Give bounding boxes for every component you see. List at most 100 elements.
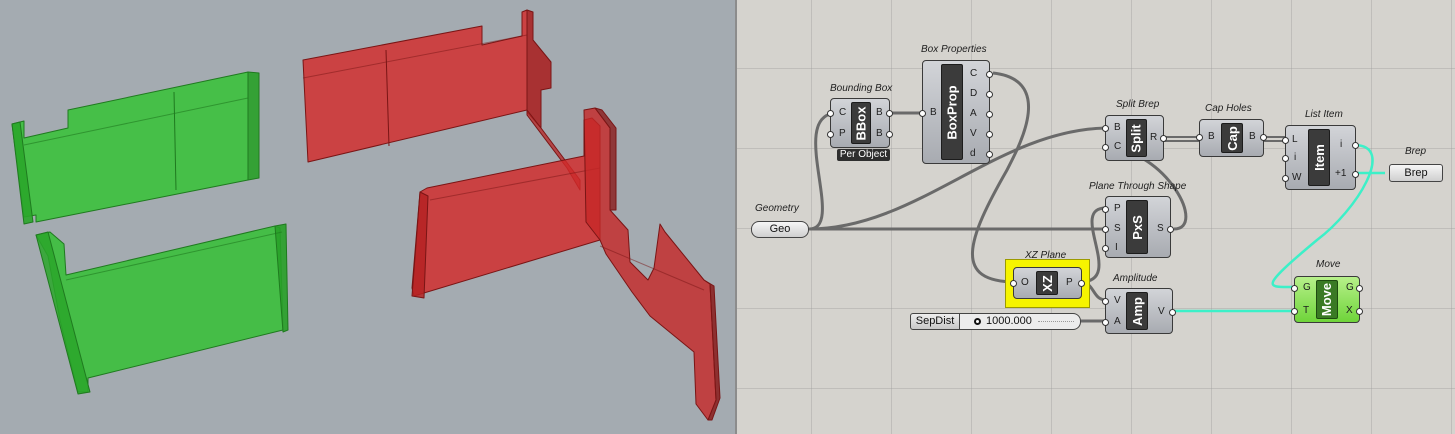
brep-param[interactable]: Brep bbox=[1389, 164, 1443, 182]
split-input-b: B bbox=[1114, 122, 1121, 133]
xz-input-o: O bbox=[1021, 277, 1029, 288]
boxprop-input-b-grip[interactable] bbox=[919, 110, 926, 117]
boxprop-component[interactable]: B BoxProp C D A V d bbox=[919, 60, 993, 164]
bbox-output-b2: B bbox=[876, 128, 883, 139]
red-upper-wall bbox=[302, 9, 581, 191]
amp-component[interactable]: V A Amp V bbox=[1102, 288, 1176, 334]
bbox-input-c-grip[interactable] bbox=[827, 110, 834, 117]
list-input-w-grip[interactable] bbox=[1282, 175, 1289, 182]
boxprop-title: Box Properties bbox=[921, 44, 987, 55]
bbox-nickname: BBox bbox=[851, 102, 871, 144]
pxs-title: Plane Through Shape bbox=[1089, 181, 1187, 192]
bbox-output-b1-grip[interactable] bbox=[886, 110, 893, 117]
cap-nickname: Cap bbox=[1221, 123, 1243, 153]
list-input-l-grip[interactable] bbox=[1282, 137, 1289, 144]
move-input-g-grip[interactable] bbox=[1291, 285, 1298, 292]
move-component[interactable]: G T Move G X bbox=[1291, 276, 1363, 323]
brep-title: Brep bbox=[1405, 146, 1427, 157]
boxprop-output-c-grip[interactable] bbox=[986, 71, 993, 78]
boxprop-output-d2-grip[interactable] bbox=[986, 151, 993, 158]
move-input-t: T bbox=[1303, 305, 1310, 316]
list-input-w: W bbox=[1292, 172, 1302, 183]
cap-input-b-grip[interactable] bbox=[1196, 134, 1203, 141]
move-input-t-grip[interactable] bbox=[1291, 308, 1298, 315]
boxprop-output-a-grip[interactable] bbox=[986, 111, 993, 118]
split-title: Split Brep bbox=[1116, 99, 1160, 110]
boxprop-output-d-grip[interactable] bbox=[986, 91, 993, 98]
move-output-g-grip[interactable] bbox=[1356, 285, 1363, 292]
red-lower-wall bbox=[411, 107, 721, 421]
split-nickname: Split bbox=[1126, 119, 1147, 157]
xz-output-p: P bbox=[1066, 277, 1073, 288]
amp-input-a-grip[interactable] bbox=[1102, 319, 1109, 326]
list-nickname: Item bbox=[1308, 129, 1330, 186]
cap-input-b: B bbox=[1208, 131, 1215, 142]
pxs-component[interactable]: P S I PxS S bbox=[1102, 196, 1174, 258]
amp-title: Amplitude bbox=[1113, 273, 1158, 284]
slider-knob[interactable] bbox=[974, 318, 981, 325]
sepdist-slider[interactable]: 1000.000 bbox=[959, 313, 1081, 330]
pxs-input-i-grip[interactable] bbox=[1102, 245, 1109, 252]
xz-output-p-grip[interactable] bbox=[1078, 280, 1085, 287]
bbox-output-b2-grip[interactable] bbox=[886, 131, 893, 138]
bbox-component[interactable]: C P BBox B B bbox=[827, 98, 893, 148]
move-output-x-grip[interactable] bbox=[1356, 308, 1363, 315]
list-input-i: i bbox=[1294, 152, 1297, 163]
list-input-i-grip[interactable] bbox=[1282, 155, 1289, 162]
amp-input-a: A bbox=[1114, 316, 1121, 327]
cap-component[interactable]: B Cap B bbox=[1196, 119, 1267, 157]
pxs-output-s-grip[interactable] bbox=[1167, 226, 1174, 233]
amp-output-v-grip[interactable] bbox=[1169, 309, 1176, 316]
sepdist-slider-value: 1000.000 bbox=[986, 315, 1032, 327]
rhino-viewport[interactable] bbox=[0, 0, 735, 434]
wire-layer bbox=[808, 71, 1385, 323]
split-input-b-grip[interactable] bbox=[1102, 125, 1109, 132]
xz-input-o-grip[interactable] bbox=[1010, 280, 1017, 287]
list-output-i: i bbox=[1340, 139, 1343, 150]
sepdist-slider-label[interactable]: SepDist bbox=[910, 313, 960, 330]
pxs-input-p-grip[interactable] bbox=[1102, 206, 1109, 213]
list-component[interactable]: L i W Item i +1 bbox=[1282, 125, 1359, 190]
split-output-r-grip[interactable] bbox=[1160, 135, 1167, 142]
split-component[interactable]: B C Split R bbox=[1102, 115, 1167, 161]
boxprop-output-v: V bbox=[970, 128, 977, 139]
list-output-i-grip[interactable] bbox=[1352, 142, 1359, 149]
move-nickname: Move bbox=[1316, 280, 1338, 319]
viewport-geometry bbox=[11, 9, 721, 421]
per-object-tag: Per Object bbox=[837, 149, 890, 161]
list-output-plus1-grip[interactable] bbox=[1352, 171, 1359, 178]
boxprop-nickname: BoxProp bbox=[941, 64, 963, 160]
move-output-g: G bbox=[1346, 282, 1354, 293]
cap-output-b-grip[interactable] bbox=[1260, 134, 1267, 141]
list-output-plus1: +1 bbox=[1335, 168, 1347, 179]
amp-output-v: V bbox=[1158, 306, 1165, 317]
amp-nickname: Amp bbox=[1126, 292, 1148, 330]
pxs-input-s: S bbox=[1114, 223, 1121, 234]
move-output-x: X bbox=[1346, 305, 1353, 316]
grasshopper-canvas[interactable]: Geometry Geo Bounding Box C P BBox B B P… bbox=[737, 0, 1455, 434]
pxs-output-s: S bbox=[1157, 223, 1164, 234]
amp-input-v-grip[interactable] bbox=[1102, 298, 1109, 305]
bbox-output-b1: B bbox=[876, 107, 883, 118]
bbox-title: Bounding Box bbox=[830, 83, 893, 94]
boxprop-output-v-grip[interactable] bbox=[986, 131, 993, 138]
green-upper-wall bbox=[11, 71, 260, 225]
xz-component[interactable]: O XZ P bbox=[1010, 267, 1085, 299]
boxprop-output-d2: d bbox=[970, 148, 976, 159]
geometry-param[interactable]: Geo bbox=[751, 221, 809, 238]
boxprop-output-d: D bbox=[970, 88, 978, 99]
xz-nickname: XZ bbox=[1036, 271, 1058, 295]
move-title: Move bbox=[1316, 259, 1341, 270]
pxs-nickname: PxS bbox=[1126, 200, 1148, 254]
list-title: List Item bbox=[1305, 109, 1343, 120]
pxs-input-s-grip[interactable] bbox=[1102, 226, 1109, 233]
amp-input-v: V bbox=[1114, 295, 1121, 306]
cap-title: Cap Holes bbox=[1205, 103, 1252, 114]
slider-ticks bbox=[1038, 321, 1074, 325]
boxprop-input-b: B bbox=[930, 107, 937, 118]
geometry-title: Geometry bbox=[755, 203, 799, 214]
cap-output-b: B bbox=[1249, 131, 1256, 142]
bbox-input-p-grip[interactable] bbox=[827, 131, 834, 138]
split-input-c-grip[interactable] bbox=[1102, 144, 1109, 151]
list-input-l: L bbox=[1292, 134, 1298, 145]
